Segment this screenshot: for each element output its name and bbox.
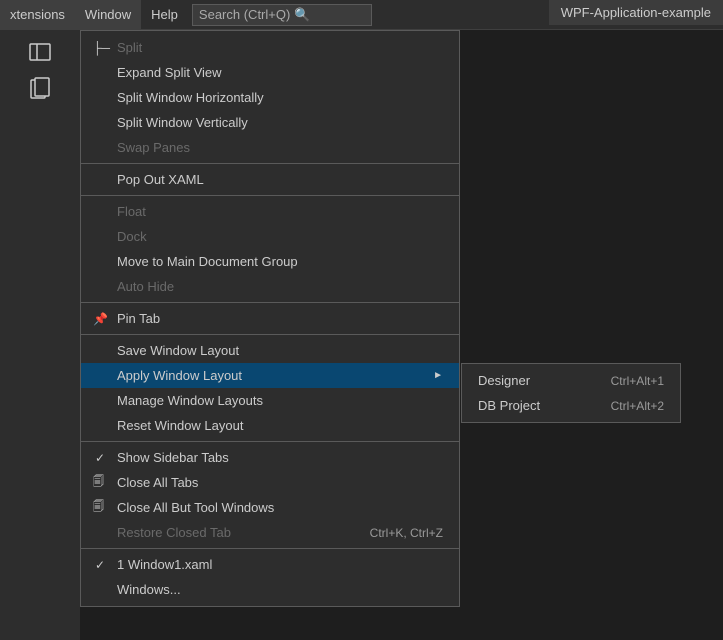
submenu-arrow-icon: ► (433, 370, 443, 381)
check-window1: ✓ (95, 558, 105, 572)
divider-3 (81, 302, 459, 303)
submenu-db-project[interactable]: DB Project Ctrl+Alt+2 (462, 393, 680, 418)
pin-icon: 📌 (93, 312, 108, 326)
menu-split-horizontally[interactable]: Split Window Horizontally (81, 85, 459, 110)
menu-close-all-but-tool[interactable]: 🗐 Close All But Tool Windows (81, 495, 459, 520)
menu-float[interactable]: Float (81, 199, 459, 224)
sidebar (0, 30, 80, 640)
menu-dock[interactable]: Dock (81, 224, 459, 249)
menu-manage-window-layouts[interactable]: Manage Window Layouts (81, 388, 459, 413)
menu-reset-window-layout[interactable]: Reset Window Layout (81, 413, 459, 438)
menu-expand-split-view[interactable]: Expand Split View (81, 60, 459, 85)
menu-close-all-tabs[interactable]: 🗐 Close All Tabs (81, 470, 459, 495)
divider-4 (81, 334, 459, 335)
menu-split-vertically[interactable]: Split Window Vertically (81, 110, 459, 135)
menu-swap-panes[interactable]: Swap Panes (81, 135, 459, 160)
check-show-sidebar: ✓ (95, 451, 105, 465)
menu-bar: xtensions Window Help Search (Ctrl+Q) 🔍 … (0, 0, 723, 30)
title-badge: WPF-Application-example (549, 0, 723, 25)
menu-pop-out-xaml[interactable]: Pop Out XAML (81, 167, 459, 192)
window-dropdown-menu: ├─ Split Expand Split View Split Window … (80, 30, 460, 607)
menu-apply-window-layout[interactable]: Apply Window Layout ► (81, 363, 459, 388)
menu-auto-hide[interactable]: Auto Hide (81, 274, 459, 299)
divider-1 (81, 163, 459, 164)
sidebar-icon-layout[interactable] (22, 38, 58, 66)
menu-item-help[interactable]: Help (141, 0, 188, 29)
search-icon: 🔍 (294, 7, 310, 23)
close-all-but-tool-icon: 🗐 (93, 498, 104, 517)
apply-window-layout-submenu: Designer Ctrl+Alt+1 DB Project Ctrl+Alt+… (461, 363, 681, 423)
menu-pin-tab[interactable]: 📌 Pin Tab (81, 306, 459, 331)
menu-save-window-layout[interactable]: Save Window Layout (81, 338, 459, 363)
divider-6 (81, 548, 459, 549)
divider-5 (81, 441, 459, 442)
menu-restore-closed-tab[interactable]: Restore Closed Tab Ctrl+K, Ctrl+Z (81, 520, 459, 545)
close-all-tabs-icon: 🗐 (93, 473, 104, 492)
menu-show-sidebar-tabs[interactable]: ✓ Show Sidebar Tabs (81, 445, 459, 470)
menu-window1-xaml[interactable]: ✓ 1 Window1.xaml (81, 552, 459, 577)
files-icon (30, 77, 50, 99)
submenu-designer[interactable]: Designer Ctrl+Alt+1 (462, 368, 680, 393)
menu-windows[interactable]: Windows... (81, 577, 459, 602)
search-label: Search (Ctrl+Q) (199, 7, 290, 22)
menu-item-window[interactable]: Window (75, 0, 141, 29)
divider-2 (81, 195, 459, 196)
menu-move-main-doc[interactable]: Move to Main Document Group (81, 249, 459, 274)
menu-split[interactable]: ├─ Split (81, 35, 459, 60)
menu-item-extensions[interactable]: xtensions (0, 0, 75, 29)
apply-window-layout-container: Apply Window Layout ► Designer Ctrl+Alt+… (81, 363, 459, 388)
search-box[interactable]: Search (Ctrl+Q) 🔍 (192, 4, 372, 26)
split-icon: ├─ (93, 41, 110, 55)
layout-icon (29, 43, 51, 61)
sidebar-icon-files[interactable] (22, 74, 58, 102)
